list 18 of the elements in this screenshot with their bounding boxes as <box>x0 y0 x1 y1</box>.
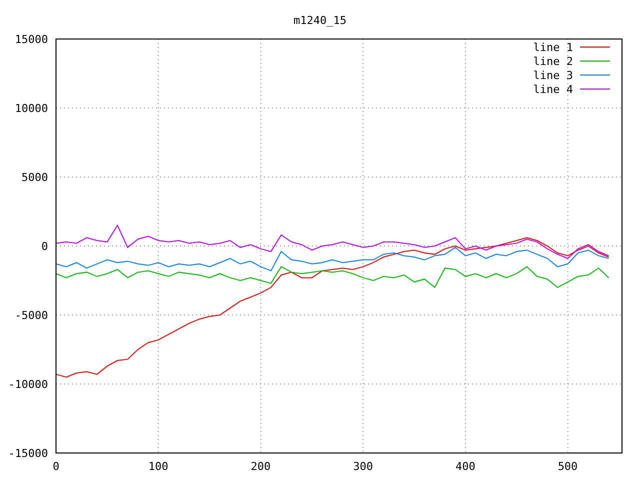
x-tick-label: 200 <box>250 460 271 473</box>
y-tick-label: 10000 <box>14 102 48 115</box>
y-tick-label: 5000 <box>22 171 48 184</box>
y-tick-label: -15000 <box>8 447 48 460</box>
legend-label: line 3 <box>533 69 573 82</box>
x-tick-label: 0 <box>52 460 60 473</box>
y-tick-label: 0 <box>41 240 48 253</box>
x-tick-label: 400 <box>455 460 476 473</box>
chart-title: m1240_15 <box>294 14 346 27</box>
y-tick-label: -10000 <box>8 378 48 391</box>
y-tick-label: -5000 <box>14 309 48 322</box>
legend-label: line 2 <box>533 55 573 68</box>
x-tick-label: 500 <box>558 460 578 473</box>
legend-label: line 4 <box>533 83 573 96</box>
x-tick-label: 100 <box>148 460 168 473</box>
x-tick-label: 300 <box>353 460 373 473</box>
legend-label: line 1 <box>533 41 573 54</box>
y-tick-label: 15000 <box>14 33 48 46</box>
